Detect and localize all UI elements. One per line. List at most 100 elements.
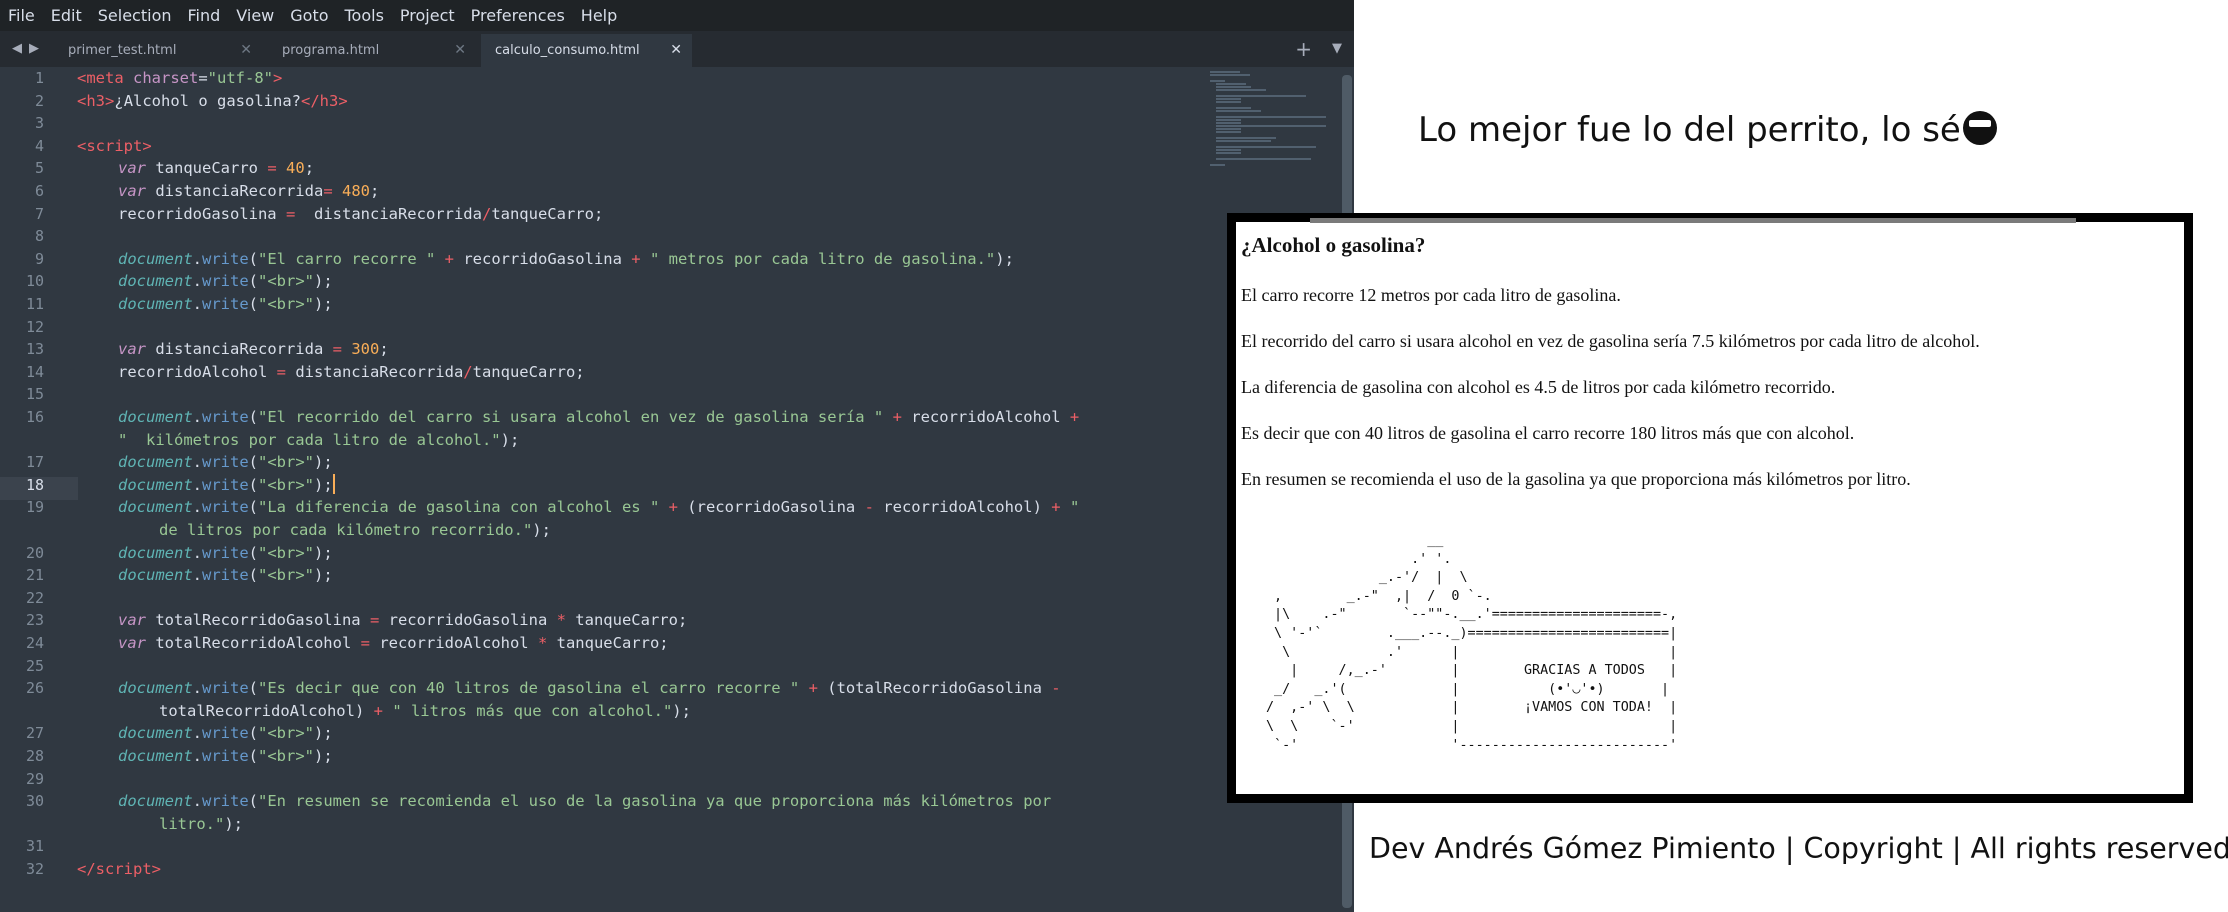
chevron-left-icon[interactable]: ◀: [12, 31, 22, 67]
menu-file[interactable]: File: [0, 0, 43, 31]
token: "utf-8": [207, 69, 273, 87]
code-line: document.write("<br>");: [118, 451, 333, 474]
token: .: [192, 475, 202, 494]
line-number: 12: [25, 317, 44, 336]
token: tanqueCarro;: [472, 362, 585, 381]
token: h3: [86, 91, 106, 110]
caption-label: Lo mejor fue lo del perrito, lo sé: [1418, 110, 1961, 150]
line-number: 6: [34, 182, 44, 200]
minimap[interactable]: [1208, 67, 1338, 167]
code-line: recorridoAlcohol = distanciaRecorrida/ta…: [118, 361, 585, 384]
chevron-right-icon[interactable]: ▶: [29, 31, 39, 67]
token: write: [202, 295, 249, 313]
close-icon[interactable]: ✕: [454, 34, 466, 67]
token: <: [77, 136, 87, 155]
footer-text: Dev Andrés Gómez Pimiento | Copyright | …: [1369, 832, 2228, 865]
tab-programa[interactable]: programa.html ✕: [268, 34, 476, 67]
token: .: [192, 498, 202, 517]
token: "<br>": [258, 475, 315, 494]
token: document: [118, 724, 193, 743]
token: +: [659, 498, 688, 517]
token: document: [118, 498, 193, 517]
token: write: [202, 453, 249, 472]
minimap-line: [1216, 110, 1261, 112]
token: 40: [286, 159, 305, 178]
token: document: [118, 272, 193, 291]
browser-top-bar: [1310, 218, 2076, 223]
menu-help[interactable]: Help: [573, 0, 625, 31]
line-number: 11: [25, 295, 44, 313]
code-line: <script>: [77, 135, 152, 158]
menu-edit[interactable]: Edit: [43, 0, 90, 31]
code-line: var distanciaRecorrida= 480;: [118, 180, 379, 203]
minimap-line: [1216, 137, 1276, 139]
token: document: [118, 408, 193, 426]
token: recorridoGasolina: [379, 611, 557, 630]
minimap-line: [1216, 89, 1266, 91]
token: (: [248, 679, 259, 698]
token: tanqueCarro;: [491, 204, 604, 223]
token: tanqueCarro;: [547, 634, 669, 652]
menu-tools[interactable]: Tools: [337, 0, 392, 31]
output-heading: ¿Alcohol o gasolina?: [1241, 233, 1426, 257]
token: (: [248, 475, 259, 494]
tab-bar: ◀ ▶ primer_test.html ✕ programa.html ✕ c…: [0, 31, 1354, 67]
token: recorridoAlcohol: [369, 634, 538, 652]
token: recorridoAlcohol: [118, 362, 277, 381]
chevron-down-icon[interactable]: ▼: [1332, 31, 1342, 67]
menu-preferences[interactable]: Preferences: [463, 0, 573, 31]
line-number: 18: [25, 475, 44, 494]
code-line: var tanqueCarro = 40;: [118, 157, 314, 180]
tab-primer-test[interactable]: primer_test.html ✕: [54, 34, 262, 67]
token: -: [864, 498, 874, 517]
close-icon[interactable]: ✕: [670, 34, 682, 67]
token: distanciaRecorrida: [295, 204, 482, 223]
code-line: document.write("El recorrido del carro s…: [118, 406, 1079, 429]
minimap-line: [1216, 86, 1251, 88]
menu-selection[interactable]: Selection: [90, 0, 180, 31]
close-icon[interactable]: ✕: [240, 34, 252, 67]
token: "<br>": [258, 566, 315, 585]
token: script: [95, 860, 152, 878]
minimap-line: [1216, 95, 1306, 97]
token: "<br>": [258, 272, 315, 291]
minimap-line: [1216, 146, 1316, 148]
minimap-line: [1216, 122, 1241, 124]
menu-project[interactable]: Project: [392, 0, 463, 31]
token: (: [248, 724, 259, 743]
token: );: [672, 701, 691, 720]
token: +: [435, 249, 464, 268]
token: <: [77, 91, 87, 110]
token: =: [323, 182, 333, 200]
tab-calculo-consumo[interactable]: calculo_consumo.html ✕: [481, 34, 692, 67]
token: =: [276, 362, 286, 381]
token: .: [192, 792, 202, 811]
token: "<br>": [258, 453, 315, 472]
menu-find[interactable]: Find: [180, 0, 229, 31]
code-line: </script>: [77, 858, 161, 881]
code-area[interactable]: <meta charset="utf-8"> <h3>¿Alcohol o ga…: [77, 67, 1197, 912]
token: =: [267, 159, 277, 178]
code-line: var totalRecorridoAlcohol = recorridoAlc…: [118, 632, 669, 655]
minimap-line: [1216, 128, 1241, 130]
minimap-line: [1210, 164, 1225, 166]
token: recorridoGasolina: [463, 249, 622, 268]
token: (totalRecorridoGasolina: [827, 679, 1052, 698]
line-number: 8: [34, 227, 44, 246]
line-number: 15: [25, 385, 44, 404]
token: document: [118, 295, 193, 313]
menu-view[interactable]: View: [228, 0, 282, 31]
plus-icon[interactable]: +: [1295, 31, 1312, 67]
menu-goto[interactable]: Goto: [282, 0, 336, 31]
token: (: [248, 249, 259, 268]
token: totalRecorridoGasolina: [146, 611, 370, 630]
code-line: var distanciaRecorrida = 300;: [118, 338, 389, 361]
token: ;: [370, 182, 380, 200]
token: </: [77, 860, 96, 878]
ascii-art-dog: __ .' '. _.-'/ | \ , _.-" ,| / 0 `-. |\ …: [1266, 533, 1678, 753]
token: =: [198, 69, 208, 87]
code-line: totalRecorridoAlcohol) + " litros más qu…: [159, 700, 691, 723]
token: write: [202, 249, 249, 268]
token: =: [369, 611, 380, 630]
